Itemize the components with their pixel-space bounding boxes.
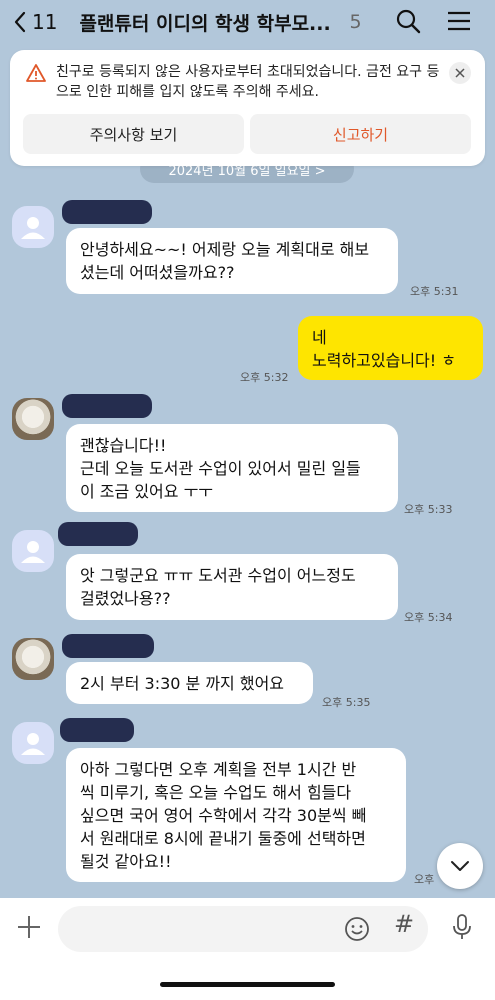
message-bubble: 앗 그렇군요 ㅠㅠ 도서관 수업이 어느정도 걸렸었나용?? — [66, 554, 398, 620]
back-button[interactable]: 11 — [14, 10, 57, 34]
chat-title: 플랜튜터 이디의 학생 학부모... — [79, 12, 331, 35]
warning-text: 친구로 등록되지 않은 사용자로부터 초대되었습니다. 금전 요구 등으로 인한… — [56, 64, 440, 100]
sender-name-redacted — [62, 200, 152, 224]
avatar[interactable] — [12, 398, 54, 440]
hash-icon[interactable]: # — [394, 910, 414, 938]
person-icon — [21, 217, 45, 239]
chevron-down-icon — [451, 861, 469, 871]
unknown-sender-warning: 친구로 등록되지 않은 사용자로부터 초대되었습니다. 금전 요구 등으로 인한… — [10, 50, 485, 166]
avatar[interactable] — [12, 722, 54, 764]
avatar[interactable] — [12, 206, 54, 248]
avatar[interactable] — [12, 638, 54, 680]
menu-icon[interactable] — [446, 8, 472, 38]
close-icon[interactable] — [449, 62, 471, 84]
unread-count: 11 — [32, 10, 58, 34]
person-icon — [21, 733, 45, 755]
message-bubble: 안녕하세요~~! 어제랑 오늘 계획대로 해보 셨는데 어떠셨을까요?? — [66, 228, 398, 294]
sender-name-redacted — [62, 634, 154, 658]
warning-icon — [26, 64, 46, 86]
message-time: 오후 5:31 — [410, 285, 459, 298]
emoji-icon[interactable] — [344, 916, 370, 946]
back-chevron-icon — [14, 11, 26, 33]
message-time: 오후 5:33 — [404, 503, 453, 516]
search-icon[interactable] — [395, 8, 421, 38]
mic-icon[interactable] — [452, 913, 472, 945]
message-time: 오후 — [414, 873, 435, 886]
scroll-to-bottom-button[interactable] — [437, 843, 483, 889]
message-bubble: 괜찮습니다!! 근데 오늘 도서관 수업이 있어서 밀린 일들 이 조금 있어요… — [66, 424, 398, 512]
home-indicator — [160, 982, 335, 987]
member-count: 5 — [349, 11, 362, 33]
message-time: 오후 5:32 — [240, 371, 289, 384]
message-time: 오후 5:35 — [322, 696, 371, 709]
message-input[interactable] — [58, 906, 428, 952]
message-bubble: 아하 그렇다면 오후 계획을 전부 1시간 반 씩 미루기, 혹은 오늘 수업도… — [66, 748, 406, 882]
avatar[interactable] — [12, 530, 54, 572]
report-button[interactable]: 신고하기 — [250, 114, 471, 154]
message-bubble: 2시 부터 3:30 분 까지 했어요 — [66, 662, 313, 704]
my-message-bubble: 네 노력하고있습니다! ㅎ — [298, 316, 483, 380]
view-caution-button[interactable]: 주의사항 보기 — [23, 114, 244, 154]
chat-header: 11 플랜튜터 이디의 학생 학부모... 5 — [0, 0, 495, 44]
message-time: 오후 5:34 — [404, 611, 453, 624]
sender-name-redacted — [60, 718, 134, 742]
plus-icon[interactable] — [16, 914, 42, 944]
person-icon — [21, 541, 45, 563]
sender-name-redacted — [58, 522, 138, 546]
sender-name-redacted — [62, 394, 152, 418]
